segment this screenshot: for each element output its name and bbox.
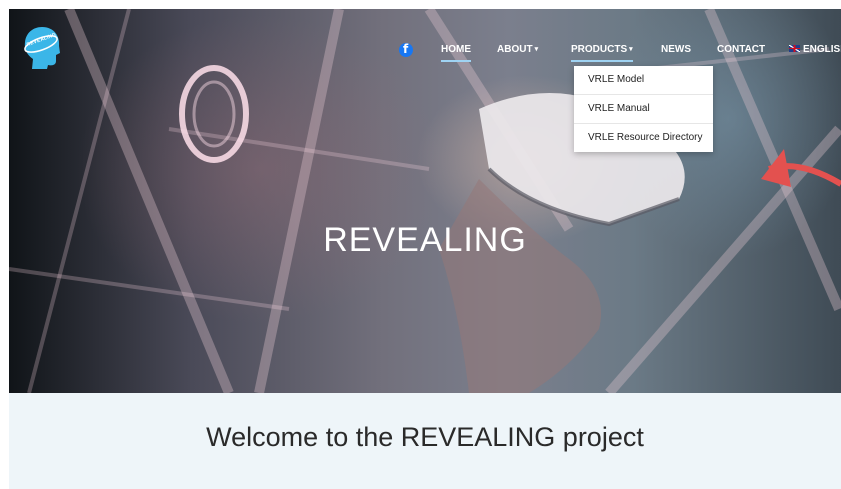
facebook-icon[interactable]: f [399,42,413,57]
uk-flag-icon [789,45,800,52]
site-logo[interactable]: REVEALING [23,25,61,69]
nav-contact-label: CONTACT [717,44,766,55]
nav-products-label: PRODUCTS [571,44,628,55]
nav-language[interactable]: ENGLISH [789,44,841,62]
nav-language-label: ENGLISH [803,44,841,55]
dropdown-item-vrle-manual[interactable]: VRLE Manual [574,95,713,124]
nav-products[interactable]: PRODUCTS ▾ [571,44,633,62]
nav-home[interactable]: HOME [441,44,471,62]
nav-about-label: ABOUT [497,44,533,55]
dropdown-item-vrle-resource-directory[interactable]: VRLE Resource Directory [574,124,713,152]
welcome-heading: Welcome to the REVEALING project [206,422,644,452]
nav-news[interactable]: NEWS [661,44,691,62]
chevron-down-icon: ▾ [534,46,539,53]
nav-news-label: NEWS [661,44,691,55]
dropdown-item-vrle-model[interactable]: VRLE Model [574,66,713,95]
chevron-down-icon: ▾ [629,46,633,53]
hero-title: REVEALING [323,221,527,259]
browser-viewport: REVEALING f HOME ABOUT ▾ PRODUCTS ▾ NEWS C… [9,9,841,489]
nav-about[interactable]: ABOUT ▾ [497,44,538,62]
hero-background-art [9,9,841,393]
nav-contact[interactable]: CONTACT [717,44,765,62]
nav-home-label: HOME [441,44,471,55]
hero-banner: REVEALING f HOME ABOUT ▾ PRODUCTS ▾ NEWS C… [9,9,841,393]
products-dropdown-menu: VRLE Model VRLE Manual VRLE Resource Dir… [574,66,713,152]
